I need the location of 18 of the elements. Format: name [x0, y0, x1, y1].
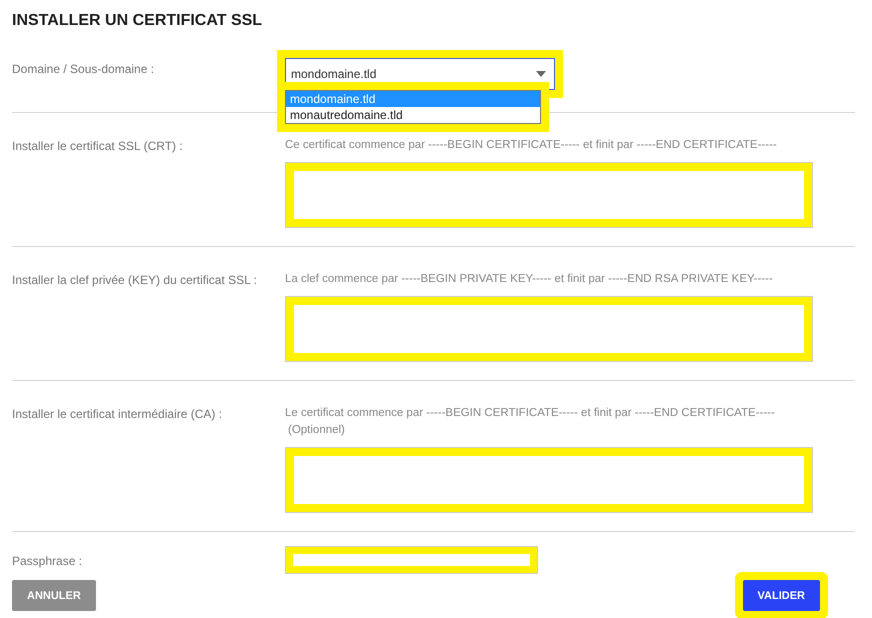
certificate-textarea[interactable] [285, 162, 813, 228]
submit-button[interactable]: VALIDER [742, 580, 820, 611]
passphrase-field[interactable] [285, 546, 538, 574]
certificate-textarea[interactable] [285, 296, 813, 362]
field-hint: La clef commence par -----BEGIN PRIVATE KEY----- et finit par -----END RSA PRIVATE KEY----- [285, 272, 774, 287]
dropdown-option[interactable]: mondomaine.tld [286, 91, 540, 107]
field-hint: Le certificat commence par -----BEGIN CERTIFICATE----- et finit par -----END CERTIFICATE----- [285, 406, 776, 421]
certificate-textarea[interactable] [285, 447, 813, 513]
field-hint: Ce certificat commence par -----BEGIN CERTIFICATE----- et finit par -----END CERTIFICATE----- [285, 138, 778, 153]
caret-icon [536, 71, 546, 77]
cancel-button[interactable]: ANNULER [12, 580, 96, 611]
field-label: Installer la clef privée (KEY) du certificat SSL : [12, 272, 258, 289]
page-title: INSTALLER UN CERTIFICAT SSL [12, 12, 264, 30]
field-label: Installer le certificat intermédiaire (CA) : [12, 406, 224, 423]
field-label: Domaine / Sous-domaine : [12, 61, 156, 78]
field-label: Installer le certificat SSL (CRT) : [12, 138, 184, 155]
field-note: (Optionnel) [287, 423, 345, 438]
field-label: Passphrase : [12, 553, 84, 570]
